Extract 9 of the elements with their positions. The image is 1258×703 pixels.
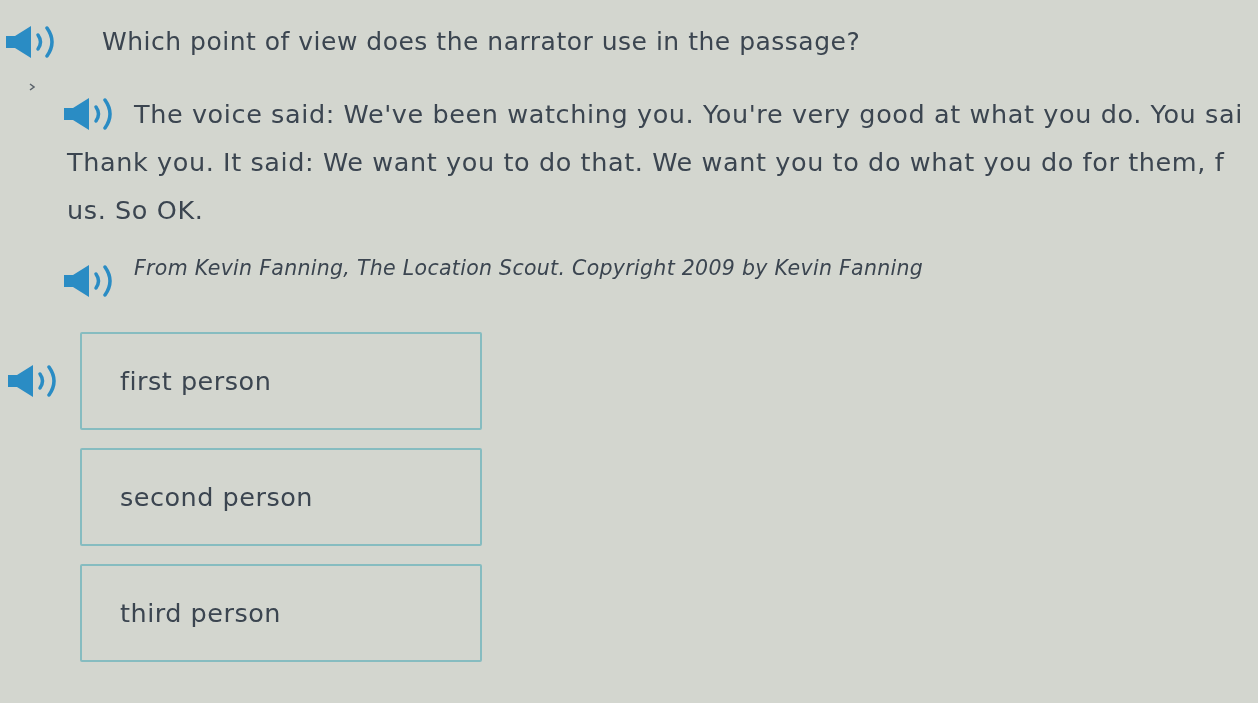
- answer-option[interactable]: third person: [80, 564, 482, 662]
- source-citation: From Kevin Fanning, The Location Scout. Copyright 2009 by Kevin Fanning: [134, 255, 924, 282]
- question-text: Which point of view does the narrator use in the passage?: [102, 26, 861, 59]
- passage-line: Thank you. It said: We want you to do that. We want you to do what you do for them, f: [67, 145, 1225, 179]
- passage-line: us. So OK.: [67, 193, 204, 227]
- answer-option[interactable]: first person: [80, 332, 482, 430]
- passage-line: The voice said: We've been watching you. You're very good at what you do. You sai: [134, 97, 1243, 131]
- chevron-icon: [29, 83, 35, 91]
- answer-option[interactable]: second person: [80, 448, 482, 546]
